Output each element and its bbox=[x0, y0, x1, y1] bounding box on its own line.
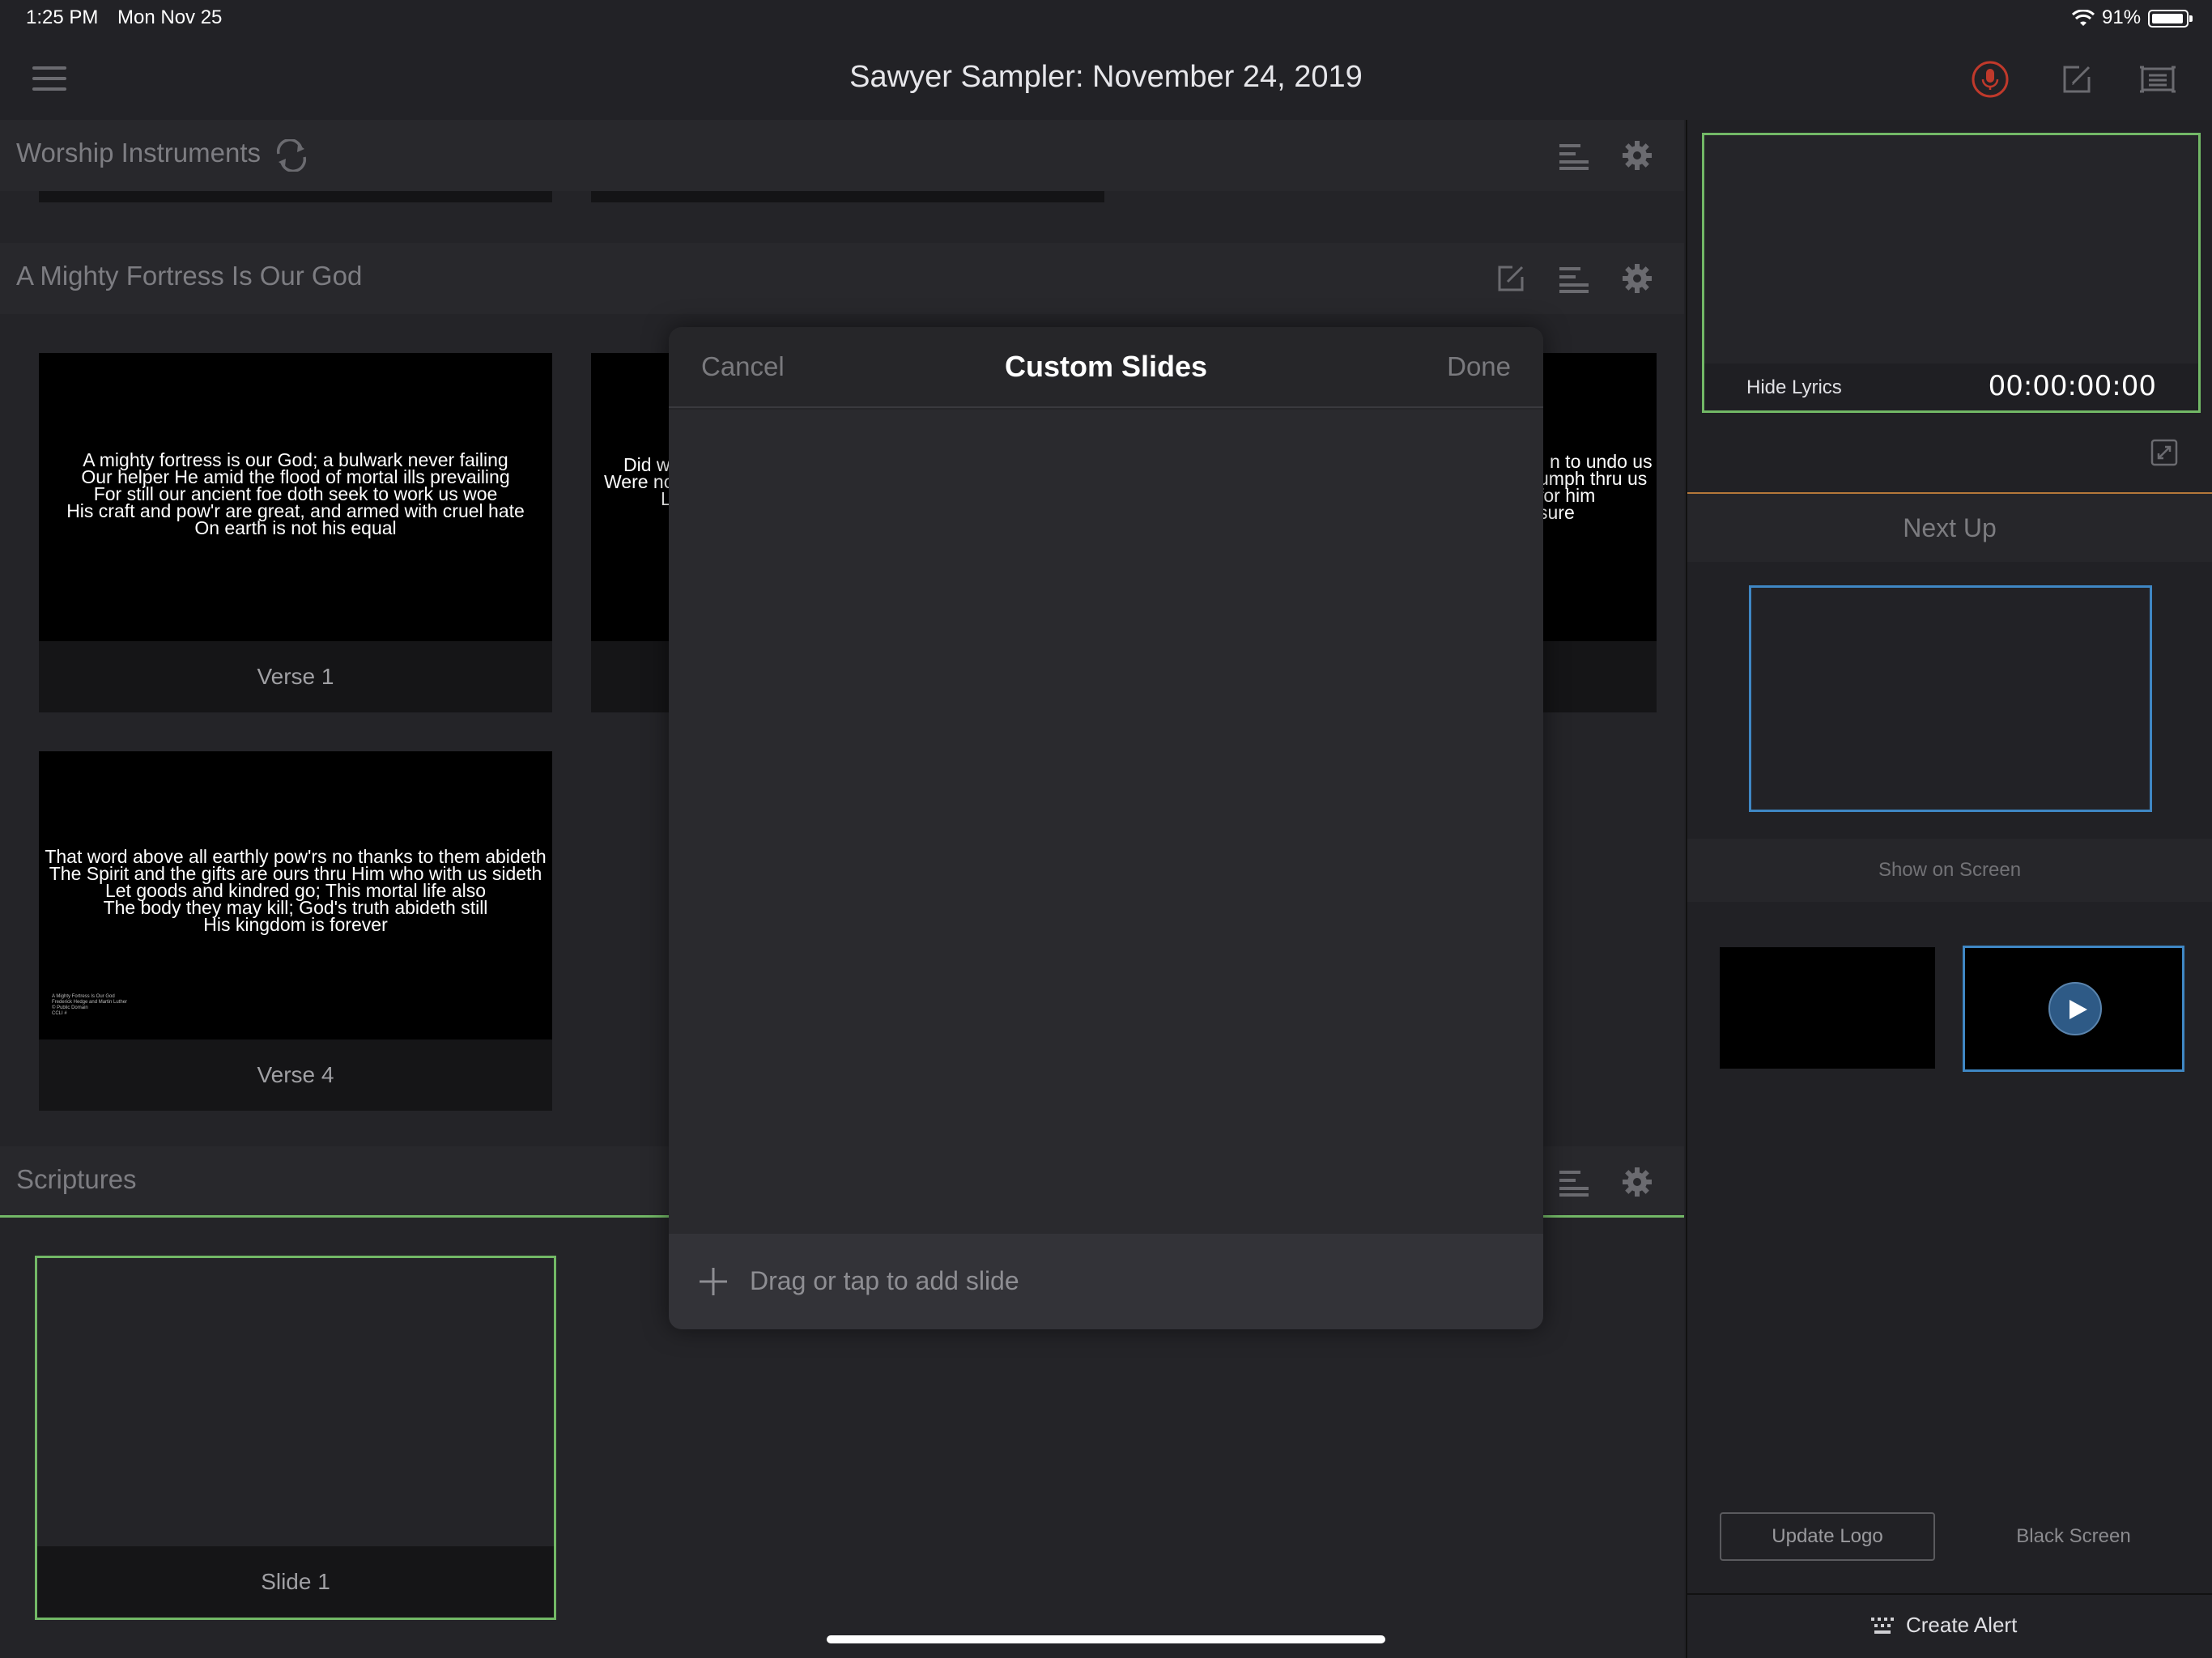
section-title: Scriptures bbox=[16, 1164, 137, 1194]
microphone-icon[interactable] bbox=[1970, 59, 2010, 100]
section-title: A Mighty Fortress Is Our God bbox=[16, 261, 363, 291]
edit-icon[interactable] bbox=[2057, 59, 2097, 100]
slide-card-slide-1[interactable]: Slide 1 bbox=[35, 1256, 556, 1620]
custom-slides-modal: Cancel Custom Slides Done Drag or tap to… bbox=[669, 327, 1543, 1329]
black-screen-button[interactable]: Black Screen bbox=[1963, 1512, 2184, 1561]
slide-label: Verse 4 bbox=[257, 1062, 334, 1087]
plus-icon bbox=[700, 1268, 727, 1295]
slide-preview: That word above all earthly pow'rs no th… bbox=[39, 751, 552, 1039]
gear-icon[interactable] bbox=[1619, 138, 1655, 173]
gear-icon[interactable] bbox=[1619, 1164, 1655, 1200]
play-icon[interactable] bbox=[2048, 982, 2102, 1035]
slide-lyrics: n to undo us umph thru us for him sure bbox=[1538, 451, 1653, 523]
output-panel: Hide Lyrics 00:00:00:00 Next Up Show on … bbox=[1686, 120, 2212, 1658]
status-bar: 1:25 PM Mon Nov 25 91% bbox=[0, 0, 2212, 39]
expand-icon[interactable] bbox=[2150, 439, 2178, 466]
title-bar: Sawyer Sampler: November 24, 2019 bbox=[0, 39, 2212, 120]
done-button[interactable]: Done bbox=[1447, 351, 1511, 382]
sync-icon[interactable] bbox=[272, 139, 311, 172]
black-background-thumbnail[interactable] bbox=[1720, 947, 1935, 1069]
slide-preview: A mighty fortress is our God; a bulwark … bbox=[39, 353, 552, 641]
page-title: Sawyer Sampler: November 24, 2019 bbox=[849, 60, 1363, 94]
video-background-thumbnail[interactable] bbox=[1963, 946, 2184, 1072]
slide-card-verse-1[interactable]: A mighty fortress is our God; a bulwark … bbox=[39, 353, 552, 712]
keyboard-icon bbox=[1871, 1618, 1894, 1634]
modal-title: Custom Slides bbox=[1004, 350, 1208, 383]
battery-percent: 91% bbox=[2102, 6, 2142, 28]
slide-lyrics: A mighty fortress is our God; a bulwark … bbox=[66, 449, 525, 538]
edit-icon[interactable] bbox=[1493, 261, 1529, 296]
slide-preview bbox=[37, 1258, 554, 1546]
home-indicator[interactable] bbox=[827, 1635, 1385, 1643]
section-header-worship-instruments[interactable]: Worship Instruments bbox=[0, 120, 1684, 191]
create-alert-button[interactable]: Create Alert bbox=[1687, 1593, 2212, 1658]
section-title: Worship Instruments bbox=[16, 138, 261, 168]
status-date: Mon Nov 25 bbox=[117, 6, 223, 28]
align-icon[interactable] bbox=[1556, 138, 1592, 173]
slide-card-verse-4[interactable]: That word above all earthly pow'rs no th… bbox=[39, 751, 552, 1111]
next-up-preview[interactable] bbox=[1749, 585, 2152, 812]
align-icon[interactable] bbox=[1556, 261, 1592, 296]
gear-icon[interactable] bbox=[1619, 261, 1655, 296]
slide-strip bbox=[591, 191, 1104, 202]
slide-label: Verse 1 bbox=[257, 664, 334, 689]
section-header-mighty-fortress[interactable]: A Mighty Fortress Is Our God bbox=[0, 243, 1684, 314]
slide-strip bbox=[39, 191, 552, 202]
app-root: 1:25 PM Mon Nov 25 91% Sawyer Sampler: N… bbox=[0, 0, 2212, 1658]
add-slide-label: Drag or tap to add slide bbox=[750, 1266, 1019, 1295]
timer-display: 00:00:00:00 bbox=[1988, 370, 2156, 402]
battery-icon bbox=[2148, 10, 2193, 28]
next-up-header: Next Up bbox=[1687, 494, 2212, 562]
modal-header: Cancel Custom Slides Done bbox=[669, 327, 1543, 408]
screen-icon[interactable] bbox=[2138, 59, 2178, 100]
show-on-screen-button[interactable]: Show on Screen bbox=[1687, 839, 2212, 902]
add-slide-button[interactable]: Drag or tap to add slide bbox=[669, 1234, 1543, 1329]
slide-label: Slide 1 bbox=[261, 1569, 330, 1594]
update-logo-button[interactable]: Update Logo bbox=[1720, 1512, 1935, 1561]
hide-lyrics-button[interactable]: Hide Lyrics bbox=[1746, 376, 1842, 399]
copyright-info: A Mighty Fortress Is Our God Frederick H… bbox=[52, 994, 128, 1016]
create-alert-label: Create Alert bbox=[1906, 1613, 2018, 1637]
slides-drop-area[interactable] bbox=[669, 410, 1543, 1235]
align-icon[interactable] bbox=[1556, 1164, 1592, 1200]
live-preview[interactable]: Hide Lyrics 00:00:00:00 bbox=[1702, 133, 2201, 413]
status-time: 1:25 PM bbox=[26, 6, 99, 28]
wifi-icon bbox=[2071, 10, 2095, 26]
slide-lyrics: That word above all earthly pow'rs no th… bbox=[45, 846, 547, 935]
